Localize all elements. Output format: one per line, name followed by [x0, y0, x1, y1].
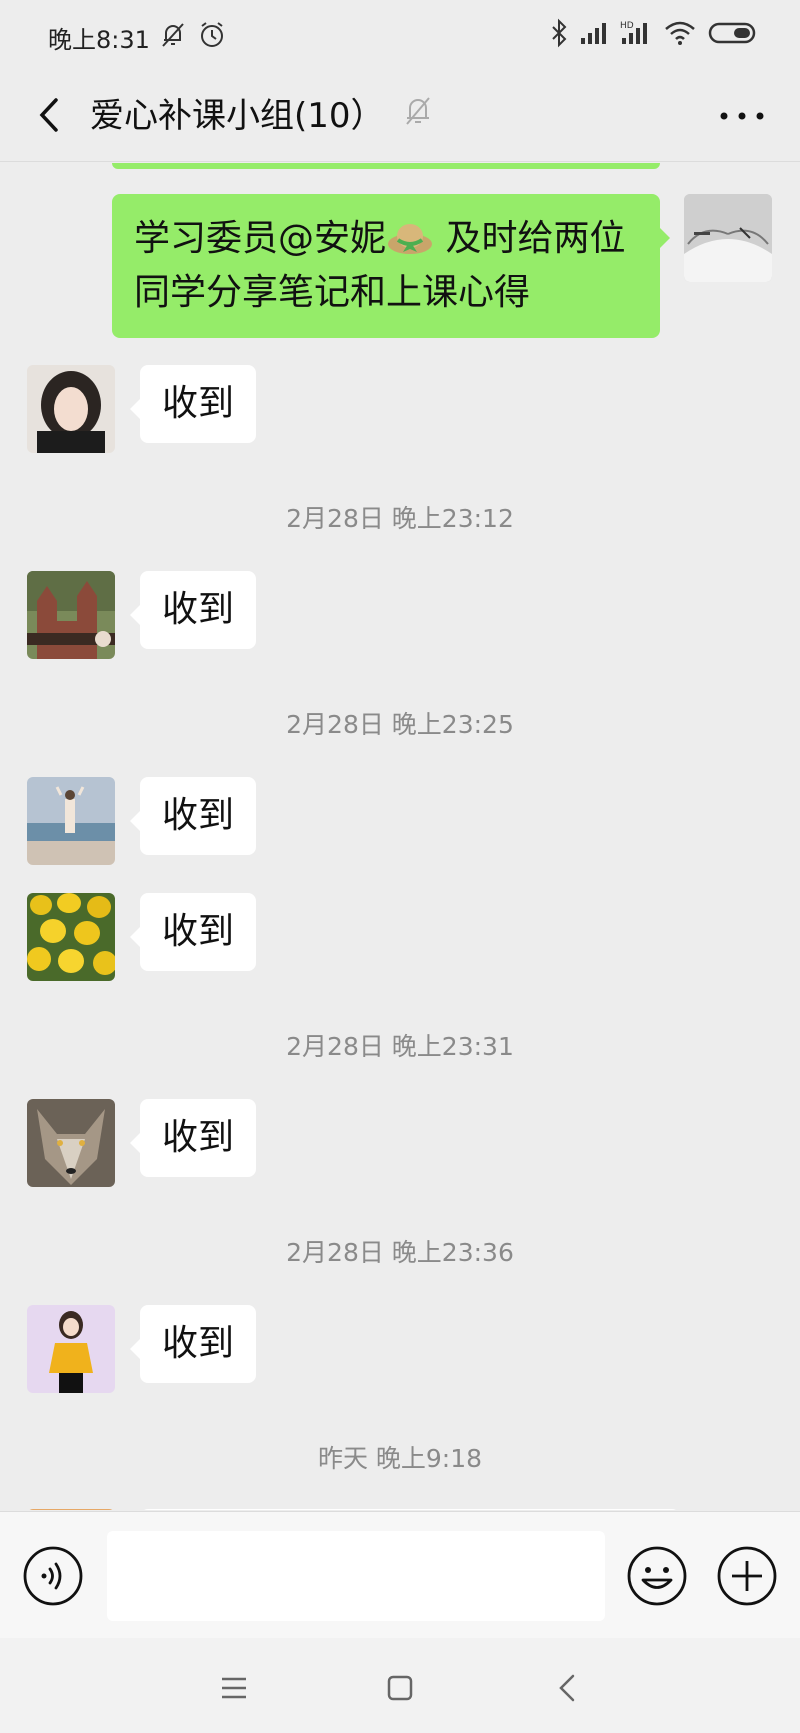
message-input-bar [0, 1511, 800, 1638]
bell-off-icon [406, 97, 430, 125]
bell-off-icon [162, 23, 184, 47]
yellow-tulips-avatar[interactable] [27, 893, 115, 981]
home-square-icon[interactable] [380, 1668, 420, 1708]
bubble-tail [130, 927, 140, 947]
girl-portrait-avatar[interactable] [27, 365, 115, 453]
status-time: 晚上8:31 [48, 26, 150, 54]
temple-ruins-avatar[interactable] [27, 571, 115, 659]
message-text: 收到 [162, 911, 235, 952]
system-nav-bar [0, 1638, 800, 1733]
previous-message-edge [112, 163, 660, 169]
message-bubble-incoming[interactable]: 收到 [140, 571, 257, 649]
voice-input-icon[interactable] [22, 1545, 84, 1607]
signal-icon [580, 23, 606, 44]
chat-header: 爱心补课小组(10） [0, 70, 800, 162]
open-book-avatar[interactable] [684, 194, 772, 282]
message-bubble-incoming[interactable]: 收到 [140, 1305, 257, 1383]
hd-signal-icon: HD [620, 21, 647, 44]
message-bubble-incoming[interactable]: 收到 [140, 893, 257, 971]
message-bubble-incoming[interactable]: 收到 [140, 1099, 257, 1177]
timestamp: 2月28日 晚上23:36 [286, 1238, 514, 1267]
bubble-tail [130, 605, 140, 625]
illustrated-girl-avatar[interactable] [27, 1305, 115, 1393]
status-icons-right: HD [548, 18, 760, 52]
status-icons-left [158, 20, 227, 54]
message-text-input[interactable] [107, 1531, 605, 1621]
wifi-icon [665, 21, 695, 45]
status-bar: 晚上8:31 HD [0, 0, 800, 70]
message-text: 收到 [162, 1323, 235, 1364]
message-bubble-outgoing[interactable]: 学习委员@安妮 及时给两位同学分享笔记和上课心得 [112, 194, 660, 338]
battery-icon [708, 22, 756, 44]
back-triangle-icon[interactable] [548, 1668, 588, 1708]
bluetooth-icon [551, 18, 567, 48]
straw-hat-emoji-icon [386, 218, 434, 259]
partial-next-message [0, 1509, 800, 1510]
bubble-tail [130, 1133, 140, 1153]
more-options-button[interactable] [714, 96, 770, 136]
bubble-tail [660, 228, 670, 248]
message-text: 收到 [162, 1117, 235, 1158]
back-button[interactable] [26, 90, 76, 140]
emoji-icon[interactable] [626, 1545, 688, 1607]
message-text: 收到 [162, 795, 235, 836]
wolf-avatar[interactable] [27, 1099, 115, 1187]
message-bubble-incoming[interactable]: 收到 [140, 365, 257, 443]
alarm-icon [201, 22, 224, 47]
timestamp: 2月28日 晚上23:25 [286, 710, 514, 739]
menu-icon[interactable] [214, 1668, 254, 1708]
beach-person-avatar[interactable] [27, 777, 115, 865]
message-text-part-1: 学习委员@安妮 [134, 218, 387, 259]
bubble-tail [130, 399, 140, 419]
timestamp: 昨天 晚上9:18 [317, 1444, 483, 1473]
bubble-tail [130, 811, 140, 831]
svg-text:HD: HD [620, 21, 634, 31]
chat-title: 爱心补课小组(10） [90, 96, 385, 136]
timestamp: 2月28日 晚上23:31 [286, 1032, 514, 1061]
timestamp: 2月28日 晚上23:12 [286, 504, 514, 533]
message-text: 收到 [162, 589, 235, 630]
chat-message-list[interactable]: 学习委员@安妮 及时给两位同学分享笔记和上课心得 收到 2月28日 晚上23:1… [0, 163, 800, 1510]
plus-icon[interactable] [716, 1545, 778, 1607]
message-text: 收到 [162, 383, 235, 424]
bubble-tail [130, 1339, 140, 1359]
message-bubble-incoming[interactable]: 收到 [140, 777, 257, 855]
